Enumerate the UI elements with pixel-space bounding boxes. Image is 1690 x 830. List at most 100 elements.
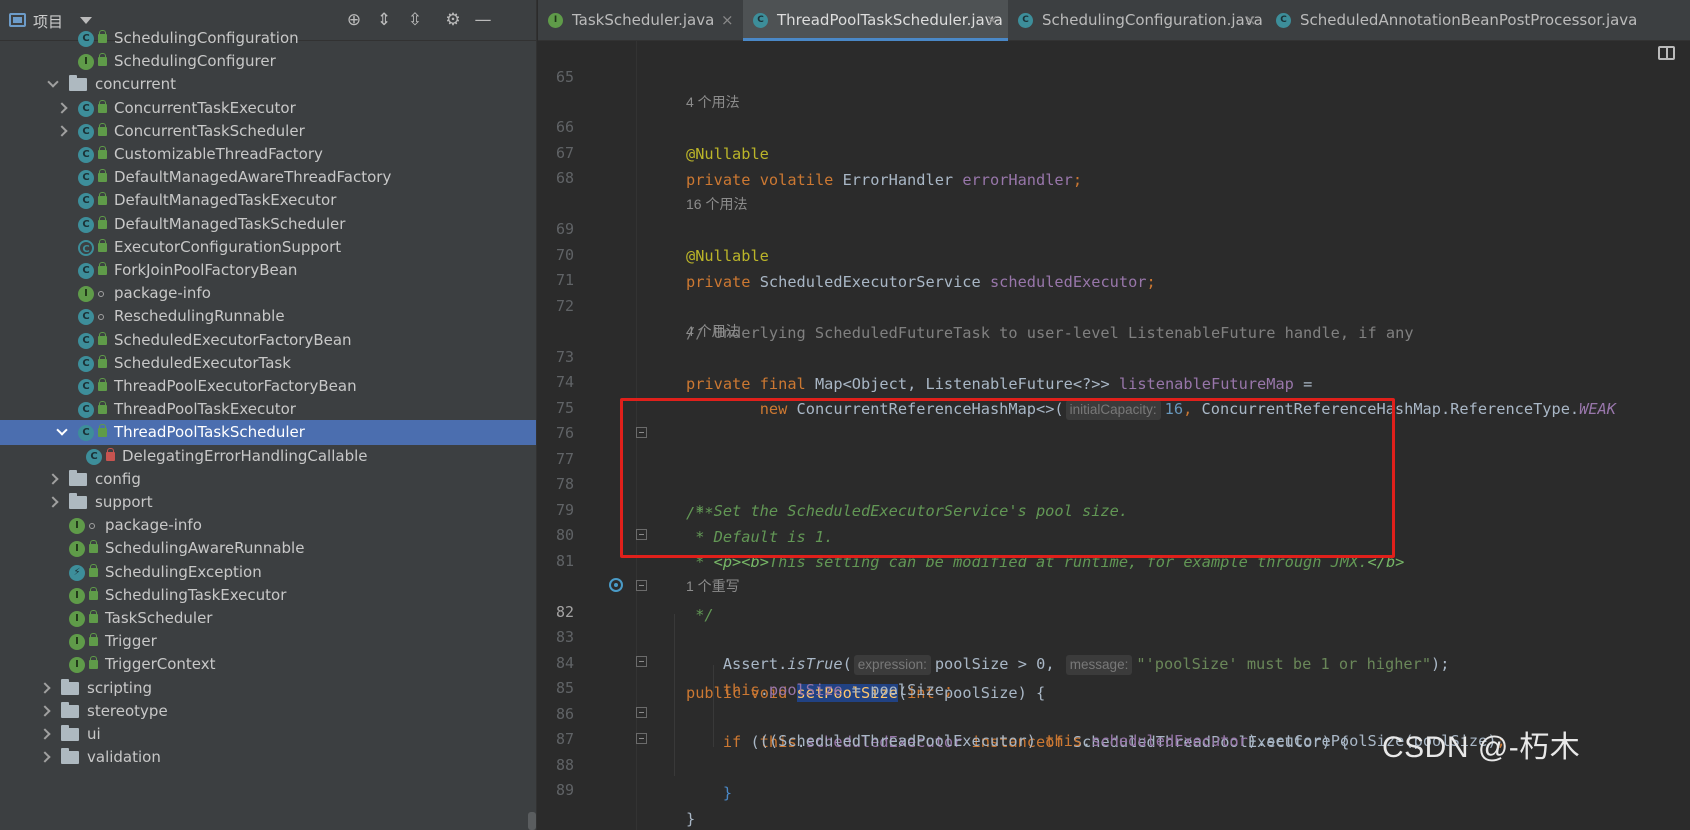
tree-folder-concurrent[interactable]: concurrent (0, 72, 536, 97)
fold-icon[interactable] (636, 733, 647, 744)
code-line: 83 Assert.isTrue(expression: poolSize > 0… (538, 597, 1690, 675)
chevron-right-icon[interactable] (47, 473, 59, 485)
chevron-right-icon[interactable] (39, 728, 51, 740)
tree-item-label: package-info (114, 284, 211, 303)
tree-folder-config[interactable]: config (0, 467, 536, 492)
tree-item-label: CustomizableThreadFactory (114, 145, 323, 163)
close-icon[interactable]: × (1244, 0, 1257, 41)
folder-icon (69, 469, 87, 486)
tree-item[interactable]: C ThreadPoolTaskScheduler (0, 420, 536, 446)
chevron-down-icon[interactable] (56, 424, 68, 437)
package-private-icon (89, 523, 95, 530)
tree-item[interactable]: ⚡ SchedulingException (0, 560, 536, 585)
tree-item[interactable]: C ExecutorConfigurationSupport (0, 235, 536, 260)
fold-icon[interactable] (636, 656, 647, 667)
class-icon: C (78, 332, 94, 349)
tree-item[interactable]: Ipackage-info (0, 513, 536, 538)
tree-item[interactable]: C ScheduledExecutorTask (0, 351, 536, 376)
tree-item[interactable]: C ThreadPoolExecutorFactoryBean (0, 374, 536, 399)
code-line: 67 private volatile ErrorHandler errorHa… (538, 113, 1690, 189)
tree-folder-validation[interactable]: validation (0, 745, 536, 770)
abstract-class-icon: C (78, 239, 94, 256)
code-line: 82 public void setPoolSize(int poolSize)… (538, 572, 1690, 702)
code-line: 85 if (this.scheduledExecutor instanceof… (538, 648, 1690, 751)
override-icon[interactable] (609, 578, 623, 592)
tree-item[interactable]: C DefaultManagedTaskExecutor (0, 188, 536, 213)
close-icon[interactable]: × (986, 0, 999, 41)
tree-item-label: stereotype (87, 701, 168, 720)
folder-icon (61, 701, 79, 718)
tree-item[interactable]: C SchedulingConfiguration (0, 26, 536, 51)
public-lock-icon (98, 99, 107, 113)
public-lock-icon (98, 401, 107, 415)
code-line: 68 (538, 138, 1690, 187)
interface-icon: I (69, 518, 85, 535)
folder-icon (69, 493, 87, 509)
tree-item[interactable]: C ReschedulingRunnable (0, 304, 536, 329)
line-number: 89 (555, 781, 574, 799)
tree-folder-ui[interactable]: ui (0, 722, 536, 747)
tree-item-label: validation (87, 748, 161, 767)
tree-folder-stereotype[interactable]: stereotype (0, 699, 536, 724)
tree-item[interactable]: C ForkJoinPoolFactoryBean (0, 258, 536, 283)
folder-icon (61, 678, 79, 695)
tree-item[interactable]: Ipackage-info (0, 281, 536, 306)
tree-item[interactable]: C DelegatingErrorHandlingCallable (0, 444, 536, 469)
class-icon: C (78, 100, 94, 117)
private-lock-icon (106, 447, 115, 461)
package-private-icon (98, 291, 104, 298)
editor-tab[interactable]: C ScheduledAnnotationBeanPostProcessor.ja… (1266, 0, 1690, 41)
tree-item[interactable]: I SchedulingConfigurer (0, 49, 536, 74)
chevron-right-icon[interactable] (39, 705, 51, 717)
class-icon: C (78, 216, 94, 233)
code-line: 66 @Nullable (538, 87, 1690, 163)
interface-icon: I (69, 541, 85, 558)
editor-tab[interactable]: I TaskScheduler.java × (538, 0, 743, 41)
tree-item[interactable]: I TriggerContext (0, 652, 536, 677)
tree-scrollbar[interactable] (528, 812, 536, 830)
tree-item-label: SchedulingAwareRunnable (105, 539, 305, 558)
code-line: 73 private final Map<Object, ListenableF… (538, 317, 1690, 393)
chevron-right-icon[interactable] (39, 681, 51, 694)
tree-item[interactable]: I SchedulingTaskExecutor (0, 583, 536, 608)
public-lock-icon (98, 262, 107, 275)
tree-item[interactable]: C ConcurrentTaskExecutor (0, 96, 536, 121)
tab-label: TaskScheduler.java (572, 11, 715, 29)
usage-hint-line: 4 个用法 (538, 291, 1690, 339)
tree-item-label: TriggerContext (105, 655, 216, 674)
tree-folder-scripting[interactable]: scripting (0, 676, 536, 701)
chevron-right-icon[interactable] (56, 125, 68, 137)
chevron-right-icon[interactable] (56, 101, 68, 114)
close-icon[interactable]: × (721, 0, 734, 41)
tree-item[interactable]: I SchedulingAwareRunnable (0, 536, 536, 561)
chevron-right-icon[interactable] (47, 496, 59, 508)
watermark: CSDN @-朽木 (1382, 731, 1581, 764)
editor-tab[interactable]: C ThreadPoolTaskScheduler.java × (743, 0, 1008, 41)
chevron-right-icon[interactable] (39, 751, 51, 763)
chevron-down-icon[interactable] (80, 17, 92, 24)
tree-item[interactable]: I TaskScheduler (0, 606, 536, 631)
class-icon: C (78, 170, 94, 187)
code-line: 75 (538, 368, 1690, 417)
tree-item[interactable]: C ScheduledExecutorFactoryBean (0, 328, 536, 353)
tree-item[interactable]: C ConcurrentTaskScheduler (0, 119, 536, 144)
chevron-down-icon[interactable] (47, 76, 59, 89)
class-icon: C (78, 123, 94, 140)
class-icon: C (753, 13, 768, 28)
tree-folder-support[interactable]: support (0, 490, 536, 515)
public-lock-icon (89, 586, 98, 600)
public-lock-icon (98, 30, 107, 43)
fold-icon[interactable] (636, 707, 647, 718)
tab-label: ScheduledAnnotationBeanPostProcessor.jav… (1300, 11, 1638, 29)
code-line: 65 (538, 37, 1690, 86)
public-lock-icon (89, 540, 98, 554)
fold-icon[interactable] (636, 580, 647, 591)
tree-item[interactable]: C DefaultManagedTaskScheduler (0, 212, 536, 237)
folder-icon (61, 725, 79, 741)
tree-item[interactable]: C ThreadPoolTaskExecutor (0, 397, 536, 422)
tree-item[interactable]: C DefaultManagedAwareThreadFactory (0, 165, 536, 190)
editor-tab[interactable]: C SchedulingConfiguration.java × (1008, 0, 1266, 41)
code-line: 84 this.poolSize = poolSize; (538, 623, 1690, 699)
tree-item[interactable]: I Trigger (0, 629, 536, 654)
tree-item[interactable]: C CustomizableThreadFactory (0, 142, 536, 167)
